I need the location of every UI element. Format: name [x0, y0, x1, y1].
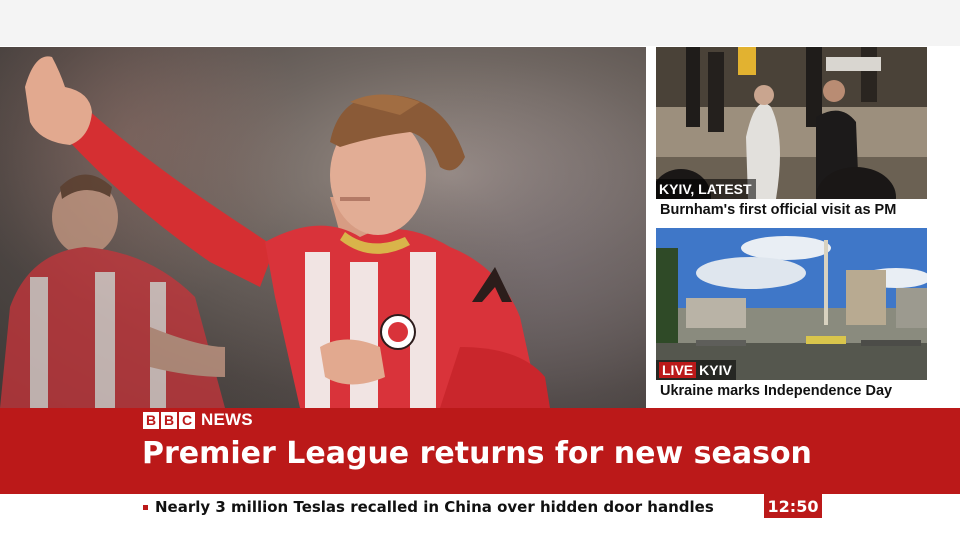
story-location-label: KYIV	[699, 362, 732, 378]
main-video-player[interactable]	[0, 47, 646, 408]
side-story-image: KYIV, LATEST	[656, 47, 927, 199]
bbc-news-logo: B B C NEWS	[143, 410, 253, 429]
story-location-label: KYIV, LATEST	[659, 181, 752, 197]
headline-bar: B B C NEWS Premier League returns for ne…	[0, 408, 960, 494]
football-players-image	[0, 56, 550, 408]
bbc-logo-block: C	[179, 411, 195, 429]
story-location-tag: LIVE KYIV	[656, 360, 736, 380]
side-story-1[interactable]: KYIV, LATEST Burnham's first official vi…	[656, 47, 927, 225]
side-story-caption[interactable]: Ukraine marks Independence Day	[660, 383, 927, 399]
side-story-image: LIVE KYIV	[656, 228, 927, 380]
ticker-text: Nearly 3 million Teslas recalled in Chin…	[155, 498, 714, 516]
side-story-2[interactable]: LIVE KYIV Ukraine marks Independence Day	[656, 228, 927, 406]
clock: 12:50	[764, 494, 822, 518]
kyiv-square-image	[656, 228, 927, 380]
top-band	[0, 0, 960, 46]
main-headline: Premier League returns for new season	[142, 436, 812, 471]
news-ticker[interactable]: Nearly 3 million Teslas recalled in Chin…	[143, 497, 714, 517]
story-location-tag: KYIV, LATEST	[656, 179, 756, 199]
ceremony-scene-image	[656, 47, 927, 199]
side-story-caption[interactable]: Burnham's first official visit as PM	[660, 202, 927, 218]
news-wordmark: NEWS	[201, 410, 253, 429]
live-badge: LIVE	[659, 362, 697, 378]
bbc-logo-block: B	[143, 411, 159, 429]
bbc-logo-block: B	[161, 411, 177, 429]
ticker-bullet-icon	[143, 504, 148, 510]
